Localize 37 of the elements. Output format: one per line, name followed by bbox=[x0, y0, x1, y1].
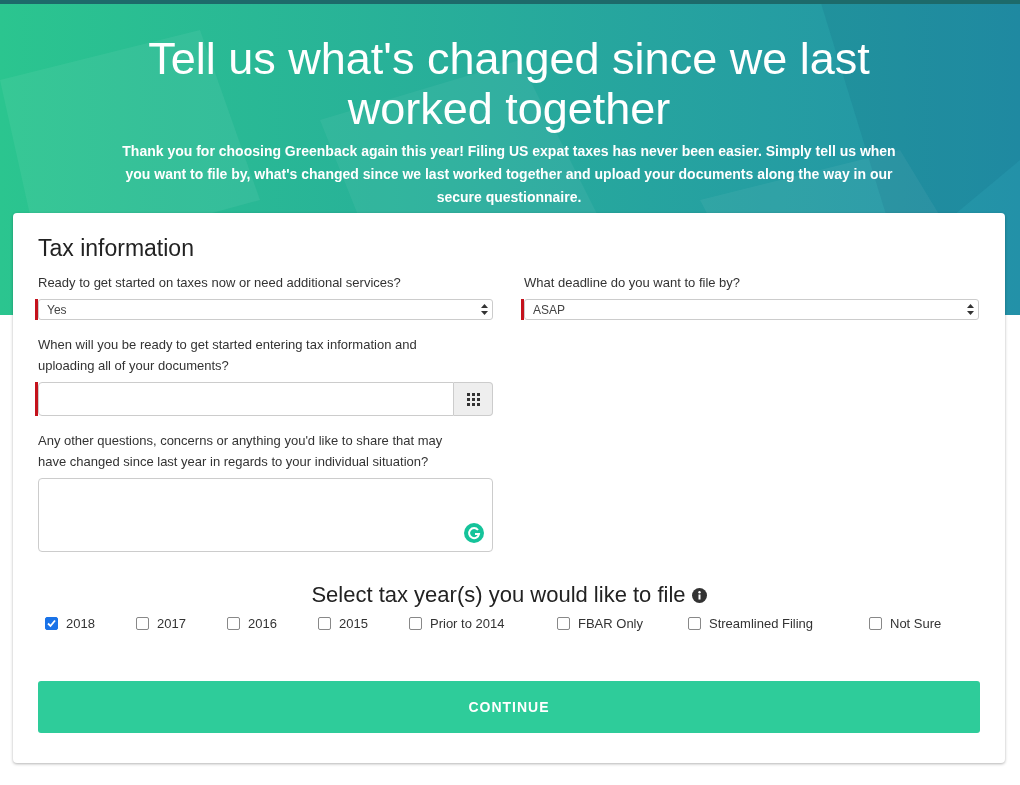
required-marker bbox=[35, 299, 38, 320]
comment-field[interactable] bbox=[38, 478, 493, 552]
checkbox[interactable] bbox=[227, 617, 240, 630]
checkbox[interactable] bbox=[557, 617, 570, 630]
year-checkbox[interactable]: 2018 bbox=[45, 616, 136, 631]
checkbox[interactable] bbox=[45, 617, 58, 630]
updown-icon bbox=[481, 304, 488, 315]
year-checkbox[interactable]: 2017 bbox=[136, 616, 227, 631]
required-marker bbox=[35, 382, 38, 416]
year-checkbox[interactable]: 2015 bbox=[318, 616, 409, 631]
dropdown[interactable]: ASAP bbox=[524, 299, 979, 320]
field-label: Any other questions, concerns or anything you'd like to share that may have changed since last year in regards to your individual situation? bbox=[38, 432, 444, 471]
updown-icon bbox=[967, 304, 974, 315]
year-checkbox[interactable]: FBAR Only bbox=[557, 616, 688, 631]
checkbox[interactable] bbox=[318, 617, 331, 630]
field-label: When will you be ready to get started entering tax information and uploading all of your documents? bbox=[38, 336, 418, 375]
checkbox[interactable] bbox=[688, 617, 701, 630]
field-label: Ready to get started on taxes now or need additional services? bbox=[38, 274, 402, 292]
year-checkbox[interactable]: Not Sure bbox=[869, 616, 980, 631]
date-field[interactable] bbox=[38, 382, 454, 416]
checkbox[interactable] bbox=[409, 617, 422, 630]
year-checkbox[interactable]: Streamlined Filing bbox=[688, 616, 869, 631]
checkbox[interactable] bbox=[136, 617, 149, 630]
year-checkbox[interactable]: Prior to 2014 bbox=[409, 616, 557, 631]
year-checkbox[interactable]: 2016 bbox=[227, 616, 318, 631]
dropdown[interactable]: Yes bbox=[38, 299, 493, 320]
years-title: Select tax year(s) you would like to file bbox=[311, 582, 686, 608]
page-title: Tell us what's changed since we last worked together bbox=[147, 34, 871, 134]
calendar-button[interactable] bbox=[454, 382, 493, 416]
checkbox[interactable] bbox=[869, 617, 882, 630]
section-title: Tax information bbox=[38, 235, 195, 262]
field-label: What deadline do you want to file by? bbox=[524, 274, 742, 292]
required-marker bbox=[521, 299, 524, 320]
grammar-icon bbox=[464, 523, 484, 543]
info-icon bbox=[691, 587, 707, 603]
intro-text: Thank you for choosing Greenback again this year! Filing US expat taxes has never been easier. Simply tell us when you want to file by, what's changed since we last worked together and upload your documents along the way in our secure questionnaire. bbox=[121, 142, 897, 207]
grid-icon bbox=[466, 392, 480, 406]
